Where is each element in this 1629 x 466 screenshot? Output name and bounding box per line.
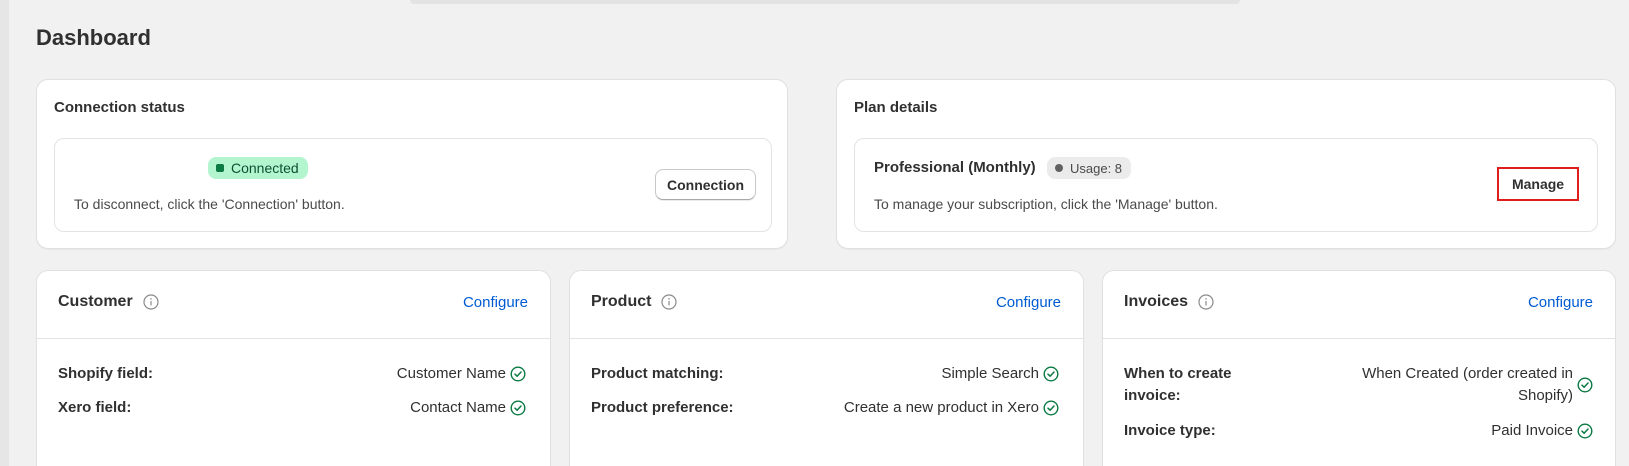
plan-details-card: Plan details Professional (Monthly) Usag… [836, 79, 1616, 249]
shopify-field-label: Shopify field: [58, 365, 153, 382]
invoices-title: Invoices [1124, 293, 1214, 311]
page-title: Dashboard [36, 25, 151, 50]
connection-hint: To disconnect, click the 'Connection' bu… [74, 196, 345, 212]
invoice-type-value: Paid Invoice [1491, 420, 1593, 442]
check-circle-icon [1043, 400, 1059, 416]
check-circle-icon [1043, 366, 1059, 382]
check-circle-icon [510, 400, 526, 416]
connection-status-card: Connection status Connected To disconnec… [36, 79, 788, 249]
connection-status-box: Connected To disconnect, click the 'Conn… [54, 138, 772, 232]
left-rail [0, 0, 9, 466]
customer-divider [37, 338, 550, 339]
usage-label: Usage: 8 [1070, 160, 1123, 176]
info-icon[interactable] [143, 294, 159, 310]
check-circle-icon [1577, 423, 1593, 439]
invoices-card: Invoices Configure When to create invoic… [1102, 270, 1616, 466]
invoice-type-value-text: Paid Invoice [1491, 422, 1573, 439]
shopify-field-value-text: Customer Name [396, 365, 506, 382]
when-to-create-invoice-value-line1: When Created (order created in [1362, 365, 1573, 382]
connected-status-label: Connected [231, 160, 299, 176]
check-circle-icon [510, 366, 526, 382]
plan-hint: To manage your subscription, click the '… [874, 196, 1218, 212]
usage-dot-icon [1055, 164, 1063, 172]
invoices-divider [1103, 338, 1615, 339]
product-matching-value: Simple Search [941, 363, 1059, 385]
when-to-create-invoice-label: When to create invoice: [1124, 365, 1232, 404]
info-icon[interactable] [1198, 294, 1214, 310]
product-title-text: Product [591, 293, 652, 310]
manage-button[interactable]: Manage [1500, 170, 1576, 198]
plan-details-title: Plan details [854, 99, 938, 116]
customer-title: Customer [58, 293, 159, 311]
check-circle-icon [1577, 377, 1593, 393]
customer-card: Customer Configure Shopify field: Custom… [36, 270, 551, 466]
product-configure-link[interactable]: Configure [996, 294, 1061, 311]
plan-details-box: Professional (Monthly) Usage: 8 To manag… [854, 138, 1598, 232]
product-preference-value: Create a new product in Xero [844, 397, 1059, 419]
xero-field-value: Contact Name [410, 397, 526, 419]
customer-title-text: Customer [58, 293, 133, 310]
plan-name: Professional (Monthly) [874, 159, 1036, 176]
connection-status-title: Connection status [54, 99, 185, 116]
customer-configure-link[interactable]: Configure [463, 294, 528, 311]
product-matching-value-text: Simple Search [941, 365, 1039, 382]
status-dot-icon [216, 164, 224, 172]
usage-badge: Usage: 8 [1047, 157, 1132, 179]
product-card: Product Configure Product matching: Simp… [569, 270, 1084, 466]
product-divider [570, 338, 1083, 339]
invoices-configure-link[interactable]: Configure [1528, 294, 1593, 311]
connection-button[interactable]: Connection [655, 169, 756, 200]
product-preference-value-text: Create a new product in Xero [843, 399, 1039, 416]
connected-status-badge: Connected [208, 157, 308, 179]
invoice-type-label: Invoice type: [1124, 422, 1216, 439]
top-search-bar-edge [410, 0, 1240, 4]
invoices-title-text: Invoices [1124, 293, 1189, 310]
xero-field-value-text: Contact Name [410, 399, 506, 416]
xero-field-label: Xero field: [58, 399, 132, 416]
product-matching-label: Product matching: [591, 365, 724, 382]
when-to-create-invoice-value-line2: Shopify) [1517, 387, 1573, 404]
when-to-create-invoice-value: When Created (order created in Shopify) [1362, 363, 1593, 407]
product-title: Product [591, 293, 678, 311]
product-preference-label: Product preference: [591, 399, 734, 416]
shopify-field-value: Customer Name [397, 363, 526, 385]
info-icon[interactable] [661, 294, 678, 310]
